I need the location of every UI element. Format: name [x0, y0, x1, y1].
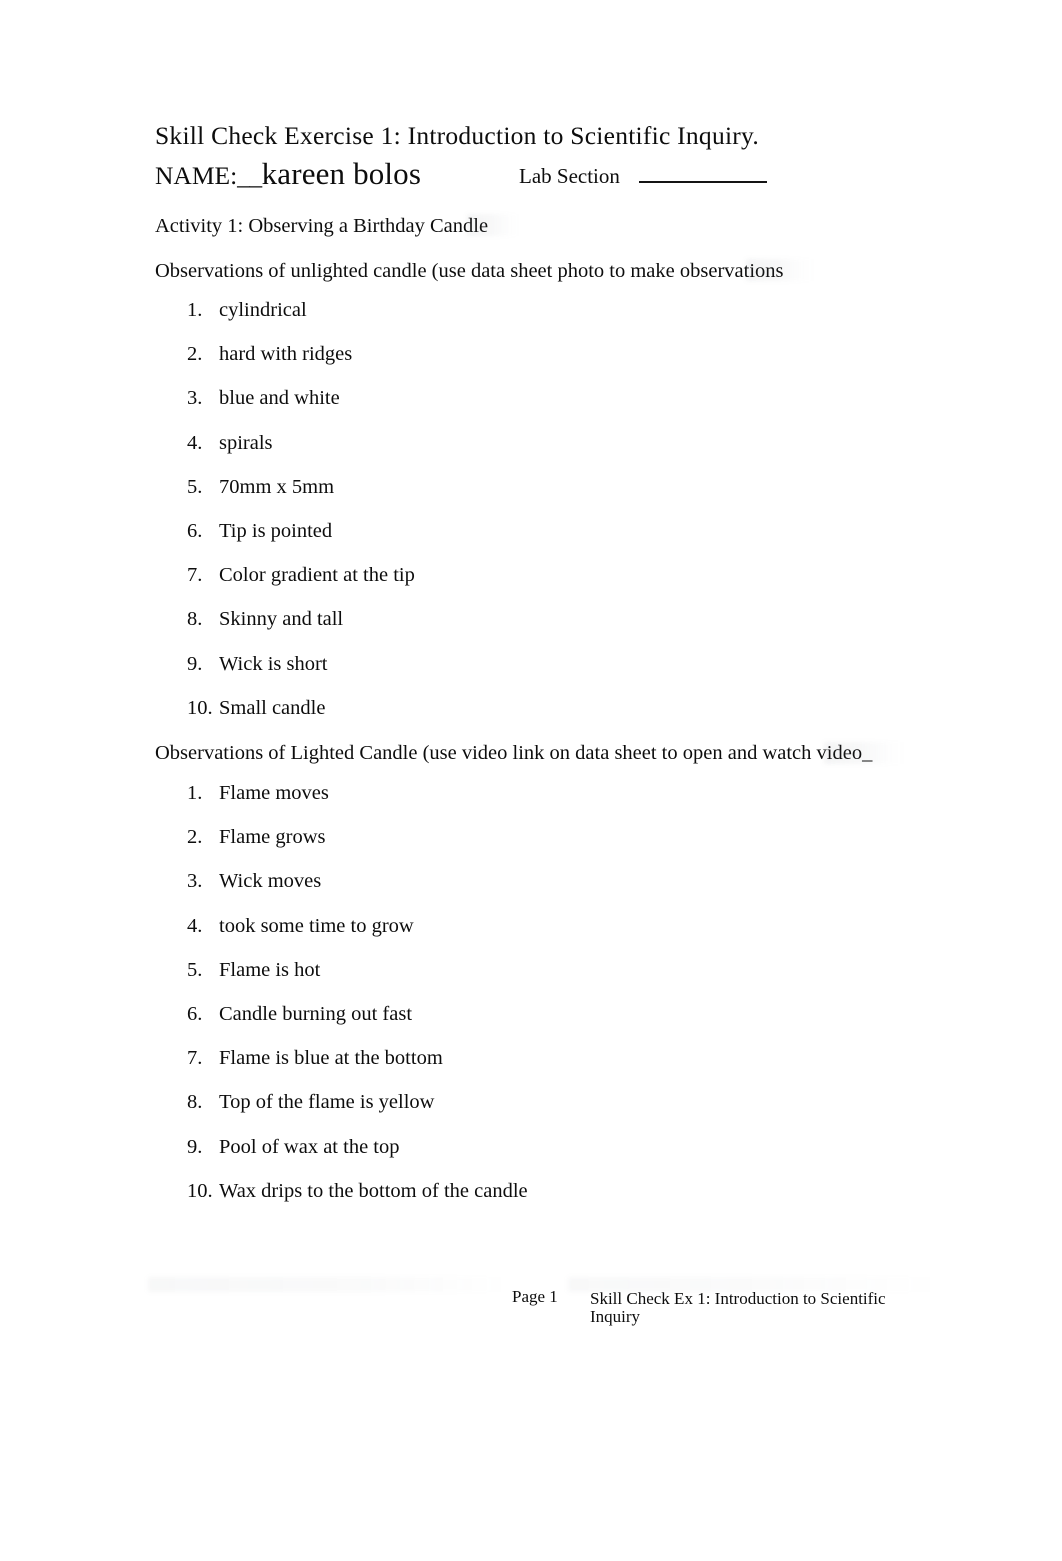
list-item-number: 10.: [187, 1179, 213, 1202]
list-item-text[interactable]: Pool of wax at the top: [219, 1135, 400, 1159]
list-item-text[interactable]: took some time to grow: [219, 914, 414, 938]
list-item-number: 4.: [187, 431, 203, 454]
page-title: Skill Check Exercise 1: Introduction to …: [155, 121, 760, 150]
list-item: 8. Skinny and tall: [0, 607, 1062, 651]
list-item: 7. Color gradient at the tip: [0, 563, 1062, 607]
list-item: 5. 70mm x 5mm: [0, 475, 1062, 519]
highlight-residue-footer-left: [148, 1277, 508, 1292]
list-item: 4. took some time to grow: [0, 914, 1062, 958]
list-item-number: 2.: [187, 343, 203, 366]
list-item-number: 9.: [187, 652, 203, 675]
lighted-observations-list: 1. Flame moves 2. Flame grows 3. Wick moves 4.…: [0, 781, 1062, 1223]
list-item-number: 10.: [187, 696, 213, 719]
list-item-text[interactable]: Wick is short: [219, 652, 328, 676]
list-item-text[interactable]: Flame is blue at the bottom: [219, 1046, 443, 1070]
list-item: 10. Wax drips to the bottom of the candle: [0, 1179, 1062, 1223]
lighted-observations-heading: Observations of Lighted Candle (use vide…: [155, 742, 873, 764]
list-item-number: 3.: [187, 870, 203, 893]
list-item-text[interactable]: spirals: [219, 431, 273, 455]
footer-page-number: Page 1: [512, 1287, 558, 1306]
list-item-number: 7.: [187, 564, 203, 587]
list-item-number: 7.: [187, 1047, 203, 1070]
list-item-number: 5.: [187, 475, 203, 498]
list-item-text[interactable]: Flame grows: [219, 825, 325, 849]
list-item-text[interactable]: Top of the flame is yellow: [219, 1090, 434, 1114]
list-item-number: 8.: [187, 1091, 203, 1114]
list-item-text[interactable]: Small candle: [219, 696, 325, 720]
list-item-number: 4.: [187, 914, 203, 937]
list-item: 3. blue and white: [0, 386, 1062, 430]
list-item-text[interactable]: cylindrical: [219, 298, 307, 322]
name-value[interactable]: kareen bolos: [262, 156, 421, 191]
list-item: 3. Wick moves: [0, 869, 1062, 913]
list-item-number: 8.: [187, 608, 203, 631]
list-item: 5. Flame is hot: [0, 958, 1062, 1002]
list-item: 4. spirals: [0, 431, 1062, 475]
footer-document-reference-line-1: Skill Check Ex 1: Introduction to Scient…: [590, 1289, 886, 1308]
list-item-text[interactable]: blue and white: [219, 386, 340, 410]
document-page: Skill Check Exercise 1: Introduction to …: [0, 0, 1062, 1561]
list-item: 6. Tip is pointed: [0, 519, 1062, 563]
name-row: NAME:__kareen bolos: [155, 157, 421, 191]
list-item: 7. Flame is blue at the bottom: [0, 1046, 1062, 1090]
list-item-number: 2.: [187, 826, 203, 849]
list-item: 8. Top of the flame is yellow: [0, 1090, 1062, 1134]
list-item-number: 1.: [187, 782, 203, 804]
list-item-text[interactable]: Skinny and tall: [219, 607, 343, 631]
list-item: 1. Flame moves: [0, 781, 1062, 825]
unlighted-observations-list: 1. cylindrical 2. hard with ridges 3. blue an…: [0, 298, 1062, 740]
list-item-text[interactable]: Tip is pointed: [219, 519, 332, 543]
list-item-text[interactable]: Candle burning out fast: [219, 1002, 412, 1026]
list-item-text[interactable]: Wax drips to the bottom of the candle: [219, 1179, 528, 1203]
list-item-text[interactable]: hard with ridges: [219, 342, 352, 366]
list-item: 1. cylindrical: [0, 298, 1062, 342]
unlighted-observations-heading: Observations of unlighted candle (use da…: [155, 260, 784, 282]
lab-section-row: Lab Section: [519, 163, 767, 189]
list-item: 6. Candle burning out fast: [0, 1002, 1062, 1046]
list-item-number: 6.: [187, 1002, 203, 1025]
name-blank-underscores: __: [237, 161, 262, 190]
list-item: 10. Small candle: [0, 696, 1062, 740]
list-item-number: 3.: [187, 387, 203, 410]
list-item: 2. hard with ridges: [0, 342, 1062, 386]
list-item-number: 6.: [187, 519, 203, 542]
list-item: 9. Pool of wax at the top: [0, 1135, 1062, 1179]
footer-document-reference: Skill Check Ex 1: Introduction to Scient…: [590, 1290, 890, 1326]
list-item-text[interactable]: Wick moves: [219, 869, 321, 893]
list-item-text[interactable]: 70mm x 5mm: [219, 475, 334, 499]
list-item-number: 5.: [187, 958, 203, 981]
list-item: 9. Wick is short: [0, 652, 1062, 696]
list-item-text[interactable]: Flame moves: [219, 781, 329, 805]
list-item: 2. Flame grows: [0, 825, 1062, 869]
name-label: NAME:: [155, 161, 238, 190]
lab-section-blank-field[interactable]: [638, 163, 767, 183]
lab-section-label: Lab Section: [519, 164, 620, 188]
list-item-text[interactable]: Flame is hot: [219, 958, 320, 982]
list-item-text[interactable]: Color gradient at the tip: [219, 563, 415, 587]
list-item-number: 9.: [187, 1135, 203, 1158]
list-item-number: 1.: [187, 299, 203, 321]
footer-document-reference-line-2: Inquiry: [590, 1307, 641, 1326]
activity-heading: Activity 1: Observing a Birthday Candle: [155, 215, 489, 237]
